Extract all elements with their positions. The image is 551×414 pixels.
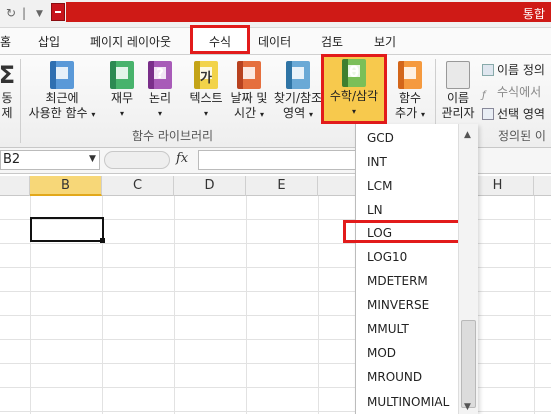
ribbon-separator <box>20 59 21 143</box>
fx-icon: ƒ <box>482 90 486 101</box>
tab-home[interactable]: 홈 <box>0 33 11 50</box>
qat-dropdown-icon[interactable]: ▼ <box>36 9 43 19</box>
tab-data[interactable]: 데이터 <box>258 33 291 50</box>
title-strip: 통합 <box>66 2 551 22</box>
formula-buttons <box>104 151 170 169</box>
menu-item-log10[interactable]: LOG10 <box>367 250 407 264</box>
log-highlight <box>343 220 461 243</box>
define-name-button[interactable]: 이름 정의 <box>482 61 545 78</box>
menu-scrollbar[interactable]: ▲ ▼ <box>458 124 478 414</box>
magnifier-book-icon <box>286 61 310 89</box>
tab-view[interactable]: 보기 <box>374 33 396 50</box>
column-header-b[interactable]: B <box>30 176 102 196</box>
menu-item-mod[interactable]: MOD <box>367 346 396 360</box>
name-manager-icon <box>446 61 470 89</box>
tab-review[interactable]: 검토 <box>321 33 343 50</box>
theta-book-icon: θ <box>342 59 366 87</box>
use-in-formula-button[interactable]: ƒ 수식에서 <box>482 83 541 102</box>
column-header-e[interactable]: E <box>246 176 318 196</box>
chevron-down-icon: ▾ <box>420 110 425 119</box>
calendar-book-icon <box>237 61 261 89</box>
fill-handle[interactable] <box>100 238 105 243</box>
menu-item-minverse[interactable]: MINVERSE <box>367 298 429 312</box>
column-header-c[interactable]: C <box>102 176 174 196</box>
column-header-d[interactable]: D <box>174 176 246 196</box>
ribbon-tabs: 홈 삽입 페이지 레이아웃 데이터 검토 보기 <box>0 28 551 54</box>
redo-icon[interactable]: ↻ <box>6 6 16 20</box>
question-book-icon: ? <box>148 61 172 89</box>
selected-cell-b2[interactable] <box>30 217 104 242</box>
tab-insert[interactable]: 삽입 <box>38 33 60 50</box>
autosum-button[interactable]: Σ 동 제 <box>0 57 18 121</box>
tag-icon <box>482 64 494 76</box>
recently-used-button[interactable]: 최근에 사용한 함수 ▾ <box>24 57 100 122</box>
text-book-icon: 가 <box>194 61 218 89</box>
star-book-icon <box>50 61 74 89</box>
scroll-down-icon[interactable]: ▼ <box>464 402 471 412</box>
select-all-corner[interactable] <box>0 176 30 196</box>
chevron-down-icon: ▾ <box>119 109 124 118</box>
chevron-down-icon[interactable]: ▼ <box>89 154 96 164</box>
logical-button[interactable]: ? 논리 ▾ <box>142 57 178 121</box>
qat-separator: | <box>22 6 27 20</box>
grid-icon <box>482 108 494 120</box>
column-header-i[interactable] <box>534 176 551 196</box>
date-time-button[interactable]: 날짜 및 시간 ▾ <box>226 57 272 122</box>
window-title: 통합 <box>522 7 545 21</box>
create-from-selection-button[interactable]: 선택 영역 <box>482 105 545 122</box>
scroll-up-icon[interactable]: ▲ <box>464 130 471 140</box>
tab-page-layout[interactable]: 페이지 레이아웃 <box>90 33 171 50</box>
app-icon <box>51 3 65 21</box>
chevron-down-icon: ▾ <box>157 109 162 118</box>
tab-formulas[interactable]: 수식 <box>190 25 250 54</box>
financial-button[interactable]: 재무 ▾ <box>104 57 140 121</box>
formula-input[interactable] <box>198 150 358 170</box>
sigma-icon: Σ <box>0 61 16 89</box>
menu-item-mmult[interactable]: MMULT <box>367 322 409 336</box>
chevron-down-icon: ▾ <box>308 110 313 119</box>
chevron-down-icon: ▾ <box>259 110 264 119</box>
menu-item-mround[interactable]: MROUND <box>367 370 422 384</box>
chevron-down-icon: ▾ <box>351 107 356 116</box>
chevron-down-icon: ▾ <box>203 109 208 118</box>
group-label-function-library: 함수 라이브러리 <box>132 129 214 143</box>
menu-item-lcm[interactable]: LCM <box>367 179 392 193</box>
insert-function-icon[interactable]: fx <box>176 151 188 166</box>
chevron-down-icon: ▾ <box>91 110 96 119</box>
financial-book-icon <box>110 61 134 89</box>
tab-formulas-label: 수식 <box>208 35 232 49</box>
name-manager-button[interactable]: 이름 관리자 <box>438 57 478 121</box>
menu-item-int[interactable]: INT <box>367 155 387 169</box>
menu-item-gcd[interactable]: GCD <box>367 131 394 145</box>
group-label-defined-names: 정의된 이 <box>498 129 546 143</box>
title-bar: ↻ | ▼ 통합 <box>0 0 551 28</box>
text-button[interactable]: 가 텍스트 ▾ <box>182 57 230 121</box>
menu-item-ln[interactable]: LN <box>367 203 383 217</box>
menu-item-multinomial[interactable]: MULTINOMIAL <box>367 395 449 409</box>
name-box[interactable]: B2 <box>0 150 100 170</box>
menu-item-mdeterm[interactable]: MDETERM <box>367 274 428 288</box>
lookup-reference-button[interactable]: 찾기/참조 영역 ▾ <box>268 57 328 122</box>
scrollbar-thumb[interactable] <box>461 320 476 408</box>
more-functions-book-icon <box>398 61 422 89</box>
more-functions-button[interactable]: 함수 추가 ▾ <box>388 57 432 122</box>
math-trig-button[interactable]: θ 수학/삼각 ▾ <box>321 54 387 124</box>
